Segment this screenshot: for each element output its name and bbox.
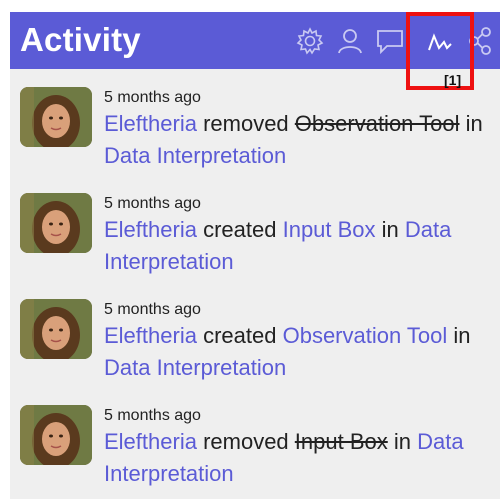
activity-time: 5 months ago <box>104 89 201 106</box>
activity-preposition: in <box>381 217 399 242</box>
avatar[interactable] <box>20 193 92 253</box>
user-link[interactable]: Eleftheria <box>104 111 197 136</box>
avatar[interactable] <box>20 405 92 465</box>
avatar[interactable] <box>20 87 92 147</box>
highlight-box <box>406 12 474 90</box>
activity-time: 5 months ago <box>104 195 201 212</box>
object-link[interactable]: Observation Tool <box>283 323 448 348</box>
activity-action: created <box>203 217 277 242</box>
activity-action: removed <box>203 111 289 136</box>
activity-item: 5 months ago Eleftheria removed Observat… <box>10 82 500 182</box>
page-title: Activity <box>20 21 141 58</box>
person-icon[interactable] <box>335 26 365 56</box>
activity-time: 5 months ago <box>104 301 201 318</box>
comment-icon[interactable] <box>375 26 405 56</box>
location-link[interactable]: Data Interpretation <box>104 355 286 380</box>
activity-action: created <box>203 323 277 348</box>
activity-text: Eleftheria created Input Box in Data Int… <box>104 214 484 278</box>
activity-item: 5 months ago Eleftheria created Input Bo… <box>10 188 500 288</box>
user-link[interactable]: Eleftheria <box>104 217 197 242</box>
activity-time: 5 months ago <box>104 407 201 424</box>
activity-preposition: in <box>393 429 411 454</box>
location-link[interactable]: Data Interpretation <box>104 143 286 168</box>
avatar[interactable] <box>20 299 92 359</box>
activity-panel: Activity [1] 5 months ago Eleftheria rem… <box>10 12 500 499</box>
user-link[interactable]: Eleftheria <box>104 323 197 348</box>
activity-text: Eleftheria removed Observation Tool in D… <box>104 108 484 172</box>
user-link[interactable]: Eleftheria <box>104 429 197 454</box>
activity-preposition: in <box>453 323 471 348</box>
activity-preposition: in <box>465 111 483 136</box>
gear-icon[interactable] <box>295 26 325 56</box>
activity-text: Eleftheria removed Input Box in Data Int… <box>104 426 484 490</box>
object-link[interactable]: Input Box <box>283 217 376 242</box>
removed-object: Observation Tool <box>294 111 460 136</box>
activity-item: 5 months ago Eleftheria created Observat… <box>10 294 500 394</box>
activity-item: 5 months ago Eleftheria removed Input Bo… <box>10 400 500 499</box>
activity-text: Eleftheria created Observation Tool in D… <box>104 320 484 384</box>
activity-action: removed <box>203 429 289 454</box>
removed-object: Input Box <box>294 429 388 454</box>
